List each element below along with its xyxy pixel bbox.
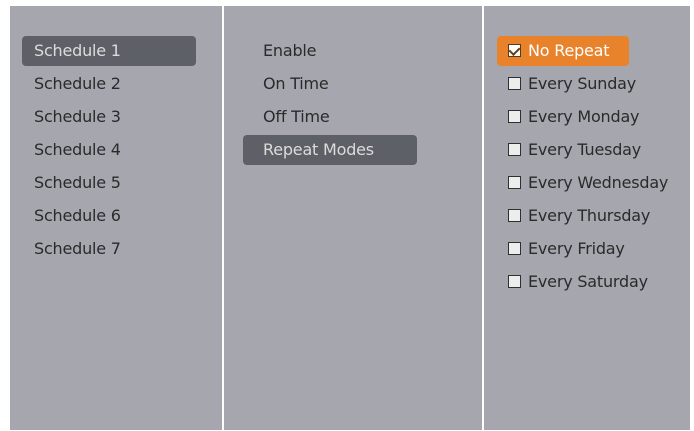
repeat-option-every-tuesday[interactable]: Every Tuesday [497, 135, 675, 165]
schedule-item-1[interactable]: Schedule 1 [22, 36, 196, 66]
schedule-item-7[interactable]: Schedule 7 [22, 234, 196, 264]
repeat-option-label: Every Monday [528, 107, 640, 126]
checkbox-icon[interactable] [508, 209, 521, 222]
schedule-item-3[interactable]: Schedule 3 [22, 102, 196, 132]
repeat-option-label: Every Wednesday [528, 173, 669, 192]
repeat-option-label: Every Friday [528, 239, 625, 258]
schedule-item-4[interactable]: Schedule 4 [22, 135, 196, 165]
repeat-option-label: Every Tuesday [528, 140, 642, 159]
checkbox-checked-icon[interactable] [508, 44, 521, 57]
setting-enable[interactable]: Enable [243, 36, 417, 66]
schedule-item-6[interactable]: Schedule 6 [22, 201, 196, 231]
checkbox-icon[interactable] [508, 176, 521, 189]
repeat-option-label: Every Saturday [528, 272, 648, 291]
schedule-list-panel: Schedule 1 Schedule 2 Schedule 3 Schedul… [10, 6, 222, 430]
repeat-option-every-friday[interactable]: Every Friday [497, 234, 675, 264]
repeat-option-every-sunday[interactable]: Every Sunday [497, 69, 675, 99]
schedule-settings-panel: Enable On Time Off Time Repeat Modes [224, 6, 482, 430]
repeat-option-no-repeat[interactable]: No Repeat [497, 36, 629, 66]
checkbox-icon[interactable] [508, 77, 521, 90]
repeat-option-label: No Repeat [528, 41, 610, 60]
checkbox-icon[interactable] [508, 242, 521, 255]
repeat-option-every-thursday[interactable]: Every Thursday [497, 201, 675, 231]
schedule-item-5[interactable]: Schedule 5 [22, 168, 196, 198]
repeat-option-every-wednesday[interactable]: Every Wednesday [497, 168, 675, 198]
repeat-option-every-saturday[interactable]: Every Saturday [497, 267, 675, 297]
checkbox-icon[interactable] [508, 143, 521, 156]
checkbox-icon[interactable] [508, 275, 521, 288]
setting-off-time[interactable]: Off Time [243, 102, 417, 132]
schedule-menu-screen: Schedule 1 Schedule 2 Schedule 3 Schedul… [10, 6, 690, 430]
setting-on-time[interactable]: On Time [243, 69, 417, 99]
checkbox-icon[interactable] [508, 110, 521, 123]
repeat-modes-panel: No Repeat Every Sunday Every Monday Ever… [484, 6, 690, 430]
repeat-option-every-monday[interactable]: Every Monday [497, 102, 675, 132]
repeat-option-label: Every Sunday [528, 74, 637, 93]
repeat-option-label: Every Thursday [528, 206, 651, 225]
schedule-item-2[interactable]: Schedule 2 [22, 69, 196, 99]
setting-repeat-modes[interactable]: Repeat Modes [243, 135, 417, 165]
